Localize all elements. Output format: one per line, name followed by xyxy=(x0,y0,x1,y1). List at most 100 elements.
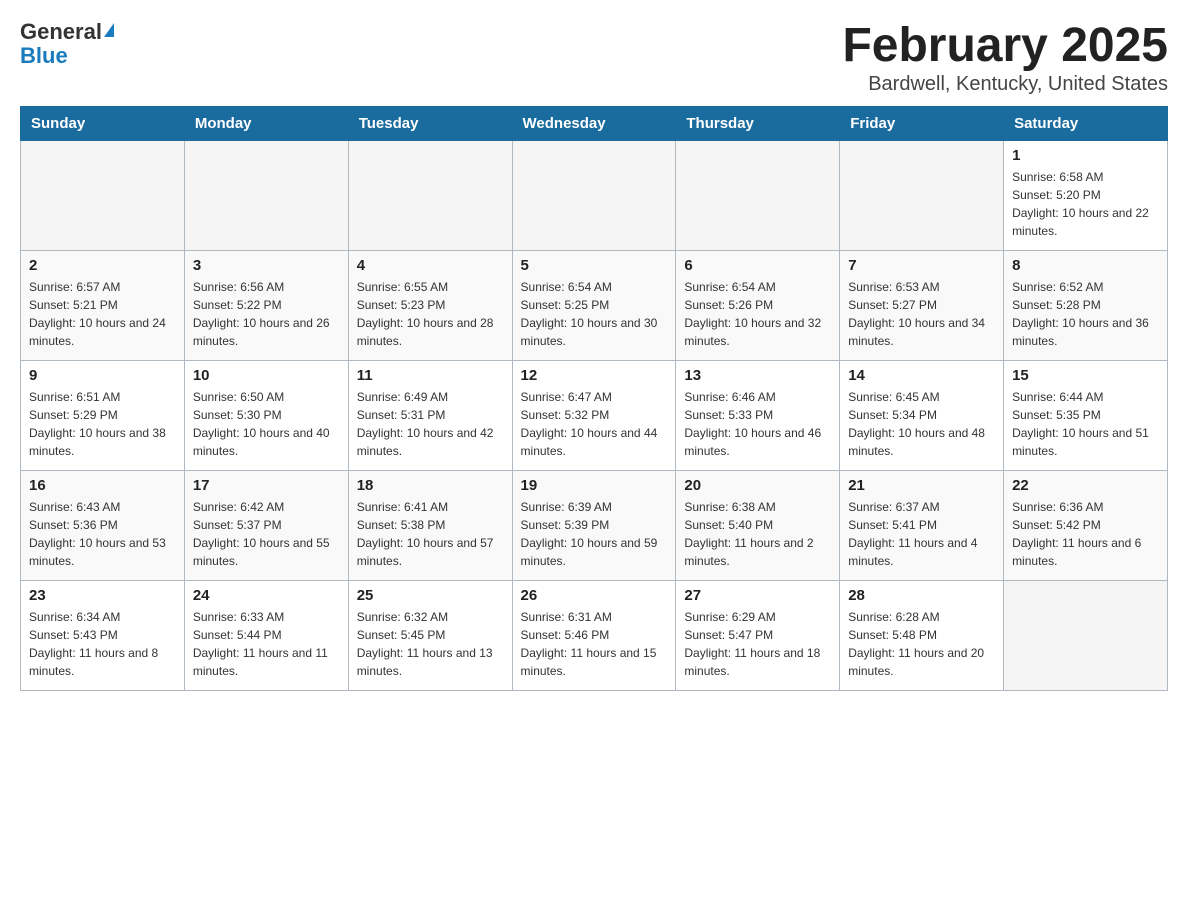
table-row: 16 Sunrise: 6:43 AMSunset: 5:36 PMDayligh… xyxy=(21,470,185,580)
col-thursday: Thursday xyxy=(676,106,840,140)
day-info: Sunrise: 6:51 AMSunset: 5:29 PMDaylight:… xyxy=(29,388,176,460)
day-info: Sunrise: 6:44 AMSunset: 5:35 PMDaylight:… xyxy=(1012,388,1159,460)
day-number: 9 xyxy=(29,367,176,384)
day-number: 2 xyxy=(29,257,176,274)
day-number: 17 xyxy=(193,477,340,494)
day-number: 12 xyxy=(521,367,668,384)
day-number: 10 xyxy=(193,367,340,384)
table-row xyxy=(512,140,676,250)
day-info: Sunrise: 6:54 AMSunset: 5:25 PMDaylight:… xyxy=(521,278,668,350)
table-row: 26Sunrise: 6:31 AMSunset: 5:46 PMDayligh… xyxy=(512,580,676,690)
day-info: Sunrise: 6:28 AMSunset: 5:48 PMDaylight:… xyxy=(848,608,995,680)
day-info: Sunrise: 6:43 AMSunset: 5:36 PMDaylight:… xyxy=(29,498,176,570)
day-info: Sunrise: 6:41 AMSunset: 5:38 PMDaylight:… xyxy=(357,498,504,570)
day-number: 25 xyxy=(357,587,504,604)
day-number: 7 xyxy=(848,257,995,274)
table-row: 18 Sunrise: 6:41 AMSunset: 5:38 PMDayligh… xyxy=(348,470,512,580)
day-info: Sunrise: 6:57 AMSunset: 5:21 PMDaylight:… xyxy=(29,278,176,350)
day-number: 4 xyxy=(357,257,504,274)
table-row xyxy=(21,140,185,250)
table-row xyxy=(840,140,1004,250)
logo: General Blue xyxy=(20,20,114,68)
day-info: Sunrise: 6:50 AMSunset: 5:30 PMDaylight:… xyxy=(193,388,340,460)
day-info: Sunrise: 6:34 AMSunset: 5:43 PMDaylight:… xyxy=(29,608,176,680)
day-number: 22 xyxy=(1012,477,1159,494)
logo-triangle-icon xyxy=(104,23,114,37)
day-info: Sunrise: 6:47 AMSunset: 5:32 PMDaylight:… xyxy=(521,388,668,460)
location-subtitle: Bardwell, Kentucky, United States xyxy=(842,73,1168,96)
day-number: 28 xyxy=(848,587,995,604)
calendar-table: Sunday Monday Tuesday Wednesday Thursday… xyxy=(20,106,1168,691)
day-info: Sunrise: 6:55 AMSunset: 5:23 PMDaylight:… xyxy=(357,278,504,350)
day-number: 23 xyxy=(29,587,176,604)
table-row xyxy=(1004,580,1168,690)
logo-general-text: General xyxy=(20,20,102,44)
day-info: Sunrise: 6:33 AMSunset: 5:44 PMDaylight:… xyxy=(193,608,340,680)
table-row: 12 Sunrise: 6:47 AMSunset: 5:32 PMDayligh… xyxy=(512,360,676,470)
table-row: 20 Sunrise: 6:38 AMSunset: 5:40 PMDayligh… xyxy=(676,470,840,580)
table-row xyxy=(676,140,840,250)
table-row: 28 Sunrise: 6:28 AMSunset: 5:48 PMDayligh… xyxy=(840,580,1004,690)
table-row: 3 Sunrise: 6:56 AMSunset: 5:22 PMDaylight… xyxy=(184,250,348,360)
table-row: 8 Sunrise: 6:52 AMSunset: 5:28 PMDaylight… xyxy=(1004,250,1168,360)
col-friday: Friday xyxy=(840,106,1004,140)
table-row xyxy=(348,140,512,250)
day-number: 1 xyxy=(1012,147,1159,164)
table-row: 10 Sunrise: 6:50 AMSunset: 5:30 PMDayligh… xyxy=(184,360,348,470)
page-header: General Blue February 2025 Bardwell, Ken… xyxy=(20,20,1168,96)
table-row: 27Sunrise: 6:29 AMSunset: 5:47 PMDayligh… xyxy=(676,580,840,690)
calendar-week-row: 2 Sunrise: 6:57 AMSunset: 5:21 PMDaylight… xyxy=(21,250,1168,360)
title-area: February 2025 Bardwell, Kentucky, United… xyxy=(842,20,1168,96)
table-row: 11 Sunrise: 6:49 AMSunset: 5:31 PMDayligh… xyxy=(348,360,512,470)
day-number: 24 xyxy=(193,587,340,604)
day-number: 3 xyxy=(193,257,340,274)
col-sunday: Sunday xyxy=(21,106,185,140)
day-info: Sunrise: 6:53 AMSunset: 5:27 PMDaylight:… xyxy=(848,278,995,350)
day-info: Sunrise: 6:49 AMSunset: 5:31 PMDaylight:… xyxy=(357,388,504,460)
table-row: 5 Sunrise: 6:54 AMSunset: 5:25 PMDaylight… xyxy=(512,250,676,360)
day-number: 21 xyxy=(848,477,995,494)
day-number: 14 xyxy=(848,367,995,384)
day-info: Sunrise: 6:42 AMSunset: 5:37 PMDaylight:… xyxy=(193,498,340,570)
table-row: 15Sunrise: 6:44 AMSunset: 5:35 PMDayligh… xyxy=(1004,360,1168,470)
calendar-week-row: 9 Sunrise: 6:51 AMSunset: 5:29 PMDaylight… xyxy=(21,360,1168,470)
table-row: 19 Sunrise: 6:39 AMSunset: 5:39 PMDayligh… xyxy=(512,470,676,580)
table-row xyxy=(184,140,348,250)
day-info: Sunrise: 6:37 AMSunset: 5:41 PMDaylight:… xyxy=(848,498,995,570)
day-info: Sunrise: 6:31 AMSunset: 5:46 PMDaylight:… xyxy=(521,608,668,680)
day-info: Sunrise: 6:39 AMSunset: 5:39 PMDaylight:… xyxy=(521,498,668,570)
day-number: 8 xyxy=(1012,257,1159,274)
calendar-week-row: 1Sunrise: 6:58 AMSunset: 5:20 PMDaylight… xyxy=(21,140,1168,250)
table-row: 25Sunrise: 6:32 AMSunset: 5:45 PMDayligh… xyxy=(348,580,512,690)
table-row: 6 Sunrise: 6:54 AMSunset: 5:26 PMDaylight… xyxy=(676,250,840,360)
day-number: 11 xyxy=(357,367,504,384)
day-info: Sunrise: 6:56 AMSunset: 5:22 PMDaylight:… xyxy=(193,278,340,350)
day-number: 18 xyxy=(357,477,504,494)
table-row: 4 Sunrise: 6:55 AMSunset: 5:23 PMDaylight… xyxy=(348,250,512,360)
day-number: 16 xyxy=(29,477,176,494)
day-number: 6 xyxy=(684,257,831,274)
table-row: 14 Sunrise: 6:45 AMSunset: 5:34 PMDayligh… xyxy=(840,360,1004,470)
day-info: Sunrise: 6:52 AMSunset: 5:28 PMDaylight:… xyxy=(1012,278,1159,350)
day-info: Sunrise: 6:46 AMSunset: 5:33 PMDaylight:… xyxy=(684,388,831,460)
table-row: 17 Sunrise: 6:42 AMSunset: 5:37 PMDayligh… xyxy=(184,470,348,580)
day-number: 19 xyxy=(521,477,668,494)
day-number: 20 xyxy=(684,477,831,494)
table-row: 7 Sunrise: 6:53 AMSunset: 5:27 PMDaylight… xyxy=(840,250,1004,360)
calendar-header-row: Sunday Monday Tuesday Wednesday Thursday… xyxy=(21,106,1168,140)
day-info: Sunrise: 6:38 AMSunset: 5:40 PMDaylight:… xyxy=(684,498,831,570)
day-number: 5 xyxy=(521,257,668,274)
table-row: 13Sunrise: 6:46 AMSunset: 5:33 PMDayligh… xyxy=(676,360,840,470)
day-number: 27 xyxy=(684,587,831,604)
day-info: Sunrise: 6:54 AMSunset: 5:26 PMDaylight:… xyxy=(684,278,831,350)
table-row: 22Sunrise: 6:36 AMSunset: 5:42 PMDayligh… xyxy=(1004,470,1168,580)
logo-blue-text: Blue xyxy=(20,44,68,68)
calendar-week-row: 16 Sunrise: 6:43 AMSunset: 5:36 PMDayligh… xyxy=(21,470,1168,580)
col-saturday: Saturday xyxy=(1004,106,1168,140)
table-row: 9 Sunrise: 6:51 AMSunset: 5:29 PMDaylight… xyxy=(21,360,185,470)
month-title: February 2025 xyxy=(842,20,1168,73)
day-info: Sunrise: 6:45 AMSunset: 5:34 PMDaylight:… xyxy=(848,388,995,460)
table-row: 21 Sunrise: 6:37 AMSunset: 5:41 PMDayligh… xyxy=(840,470,1004,580)
table-row: 24 Sunrise: 6:33 AMSunset: 5:44 PMDayligh… xyxy=(184,580,348,690)
col-wednesday: Wednesday xyxy=(512,106,676,140)
